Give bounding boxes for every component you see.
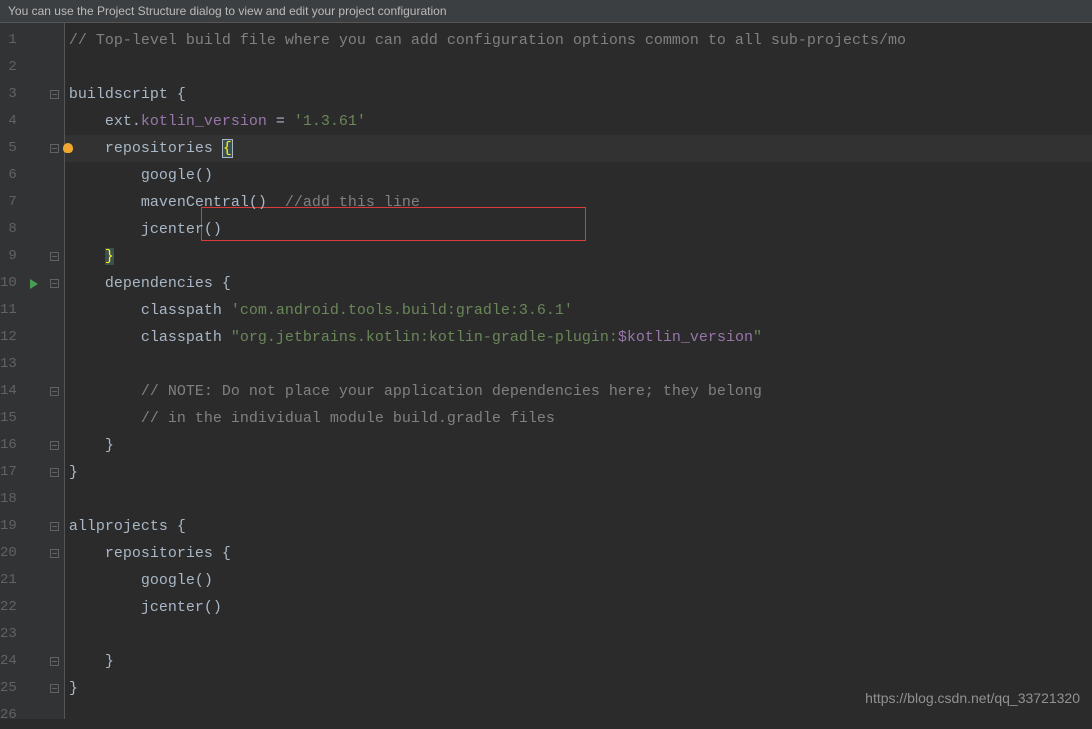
line-number[interactable]: 10 <box>0 270 17 297</box>
code-line[interactable]: google() <box>65 162 1092 189</box>
line-number[interactable]: 4 <box>0 108 17 135</box>
fold-marker-icon[interactable] <box>50 522 59 531</box>
code-editor: 1234567891011121314151617181920212223242… <box>0 23 1092 719</box>
code-line[interactable]: dependencies { <box>65 270 1092 297</box>
run-icon[interactable] <box>30 279 38 289</box>
line-number[interactable]: 12 <box>0 324 17 351</box>
code-line[interactable]: classpath "org.jetbrains.kotlin:kotlin-g… <box>65 324 1092 351</box>
code-line[interactable]: google() <box>65 567 1092 594</box>
line-number[interactable]: 14 <box>0 378 17 405</box>
notification-banner[interactable]: You can use the Project Structure dialog… <box>0 0 1092 23</box>
fold-marker-icon[interactable] <box>50 657 59 666</box>
line-number[interactable]: 23 <box>0 621 17 648</box>
line-number[interactable]: 24 <box>0 648 17 675</box>
code-line[interactable] <box>65 351 1092 378</box>
line-number[interactable]: 1 <box>0 27 17 54</box>
line-number[interactable]: 3 <box>0 81 17 108</box>
fold-gutter[interactable] <box>45 23 65 719</box>
line-number[interactable]: 18 <box>0 486 17 513</box>
code-line[interactable]: allprojects { <box>65 513 1092 540</box>
code-line[interactable]: repositories { <box>65 540 1092 567</box>
fold-marker-icon[interactable] <box>50 387 59 396</box>
line-number[interactable]: 26 <box>0 702 17 729</box>
line-number[interactable]: 13 <box>0 351 17 378</box>
watermark-text: https://blog.csdn.net/qq_33721320 <box>865 690 1080 706</box>
line-number-gutter[interactable]: 1234567891011121314151617181920212223242… <box>0 23 25 719</box>
fold-marker-icon[interactable] <box>50 468 59 477</box>
code-line[interactable]: jcenter() <box>65 216 1092 243</box>
banner-text: You can use the Project Structure dialog… <box>8 4 447 18</box>
code-line[interactable]: classpath 'com.android.tools.build:gradl… <box>65 297 1092 324</box>
run-gutter[interactable] <box>25 23 45 719</box>
code-line[interactable]: ext.kotlin_version = '1.3.61' <box>65 108 1092 135</box>
code-line[interactable]: repositories { <box>65 135 1092 162</box>
fold-marker-icon[interactable] <box>50 279 59 288</box>
code-line[interactable] <box>65 54 1092 81</box>
code-line[interactable]: } <box>65 243 1092 270</box>
line-number[interactable]: 5 <box>0 135 17 162</box>
line-number[interactable]: 16 <box>0 432 17 459</box>
line-number[interactable]: 9 <box>0 243 17 270</box>
code-line[interactable]: jcenter() <box>65 594 1092 621</box>
line-number[interactable]: 2 <box>0 54 17 81</box>
code-line[interactable] <box>65 486 1092 513</box>
code-line[interactable] <box>65 621 1092 648</box>
code-line[interactable]: } <box>65 459 1092 486</box>
fold-marker-icon[interactable] <box>50 252 59 261</box>
line-number[interactable]: 6 <box>0 162 17 189</box>
intention-bulb-icon[interactable] <box>63 143 73 153</box>
line-number[interactable]: 7 <box>0 189 17 216</box>
code-line[interactable]: // NOTE: Do not place your application d… <box>65 378 1092 405</box>
code-line[interactable]: // Top-level build file where you can ad… <box>65 27 1092 54</box>
line-number[interactable]: 15 <box>0 405 17 432</box>
line-number[interactable]: 17 <box>0 459 17 486</box>
line-number[interactable]: 8 <box>0 216 17 243</box>
fold-marker-icon[interactable] <box>50 549 59 558</box>
line-number[interactable]: 20 <box>0 540 17 567</box>
code-line[interactable]: buildscript { <box>65 81 1092 108</box>
code-line[interactable]: mavenCentral() //add this line <box>65 189 1092 216</box>
fold-marker-icon[interactable] <box>50 441 59 450</box>
line-number[interactable]: 22 <box>0 594 17 621</box>
code-area[interactable]: // Top-level build file where you can ad… <box>65 23 1092 719</box>
line-number[interactable]: 19 <box>0 513 17 540</box>
code-line[interactable]: // in the individual module build.gradle… <box>65 405 1092 432</box>
code-line[interactable]: } <box>65 432 1092 459</box>
code-line[interactable]: } <box>65 648 1092 675</box>
line-number[interactable]: 25 <box>0 675 17 702</box>
line-number[interactable]: 11 <box>0 297 17 324</box>
fold-marker-icon[interactable] <box>50 90 59 99</box>
fold-marker-icon[interactable] <box>50 144 59 153</box>
line-number[interactable]: 21 <box>0 567 17 594</box>
fold-marker-icon[interactable] <box>50 684 59 693</box>
